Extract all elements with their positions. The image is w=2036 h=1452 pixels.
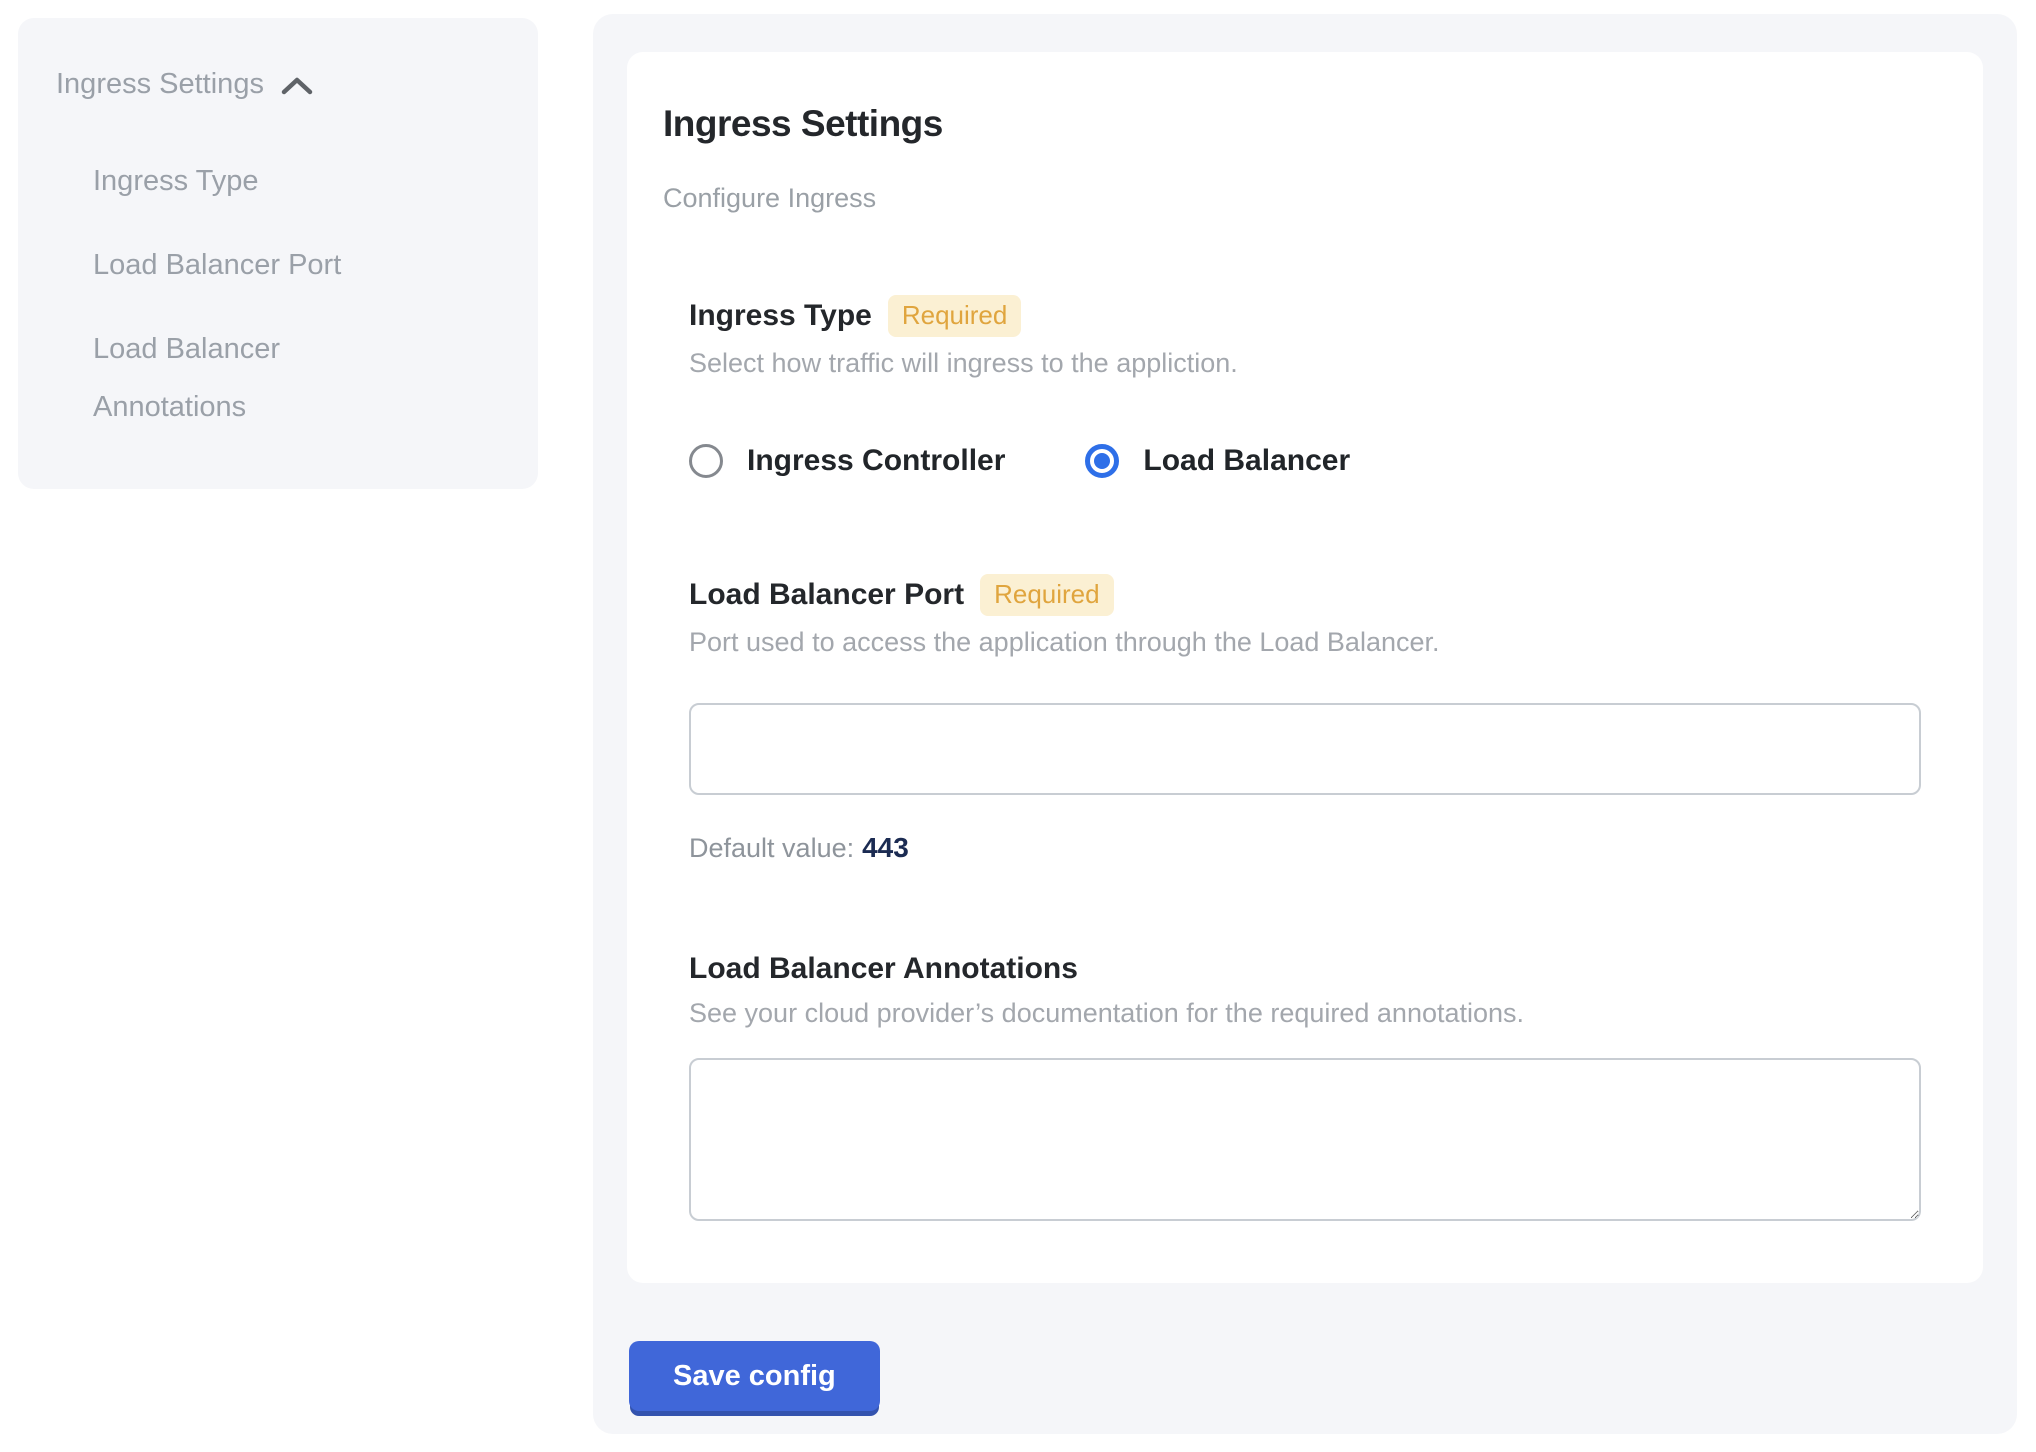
radio-label-ingress-controller: Ingress Controller [747,444,1005,478]
required-badge: Required [980,574,1114,616]
radio-option-load-balancer[interactable]: Load Balancer [1085,444,1350,478]
radio-checked-icon[interactable] [1085,444,1119,478]
settings-nav-panel: Ingress Settings Ingress Type Load Balan… [18,18,538,489]
sidebar-item-load-balancer-port[interactable]: Load Balancer Port [93,236,393,294]
sidebar-group-ingress-settings[interactable]: Ingress Settings [56,64,498,104]
load-balancer-annotations-description: See your cloud provider’s documentation … [689,997,1921,1030]
default-value: 443 [862,832,909,863]
sidebar-item-ingress-type[interactable]: Ingress Type [93,152,393,210]
ingress-type-description: Select how traffic will ingress to the a… [689,347,1921,380]
radio-label-load-balancer: Load Balancer [1143,444,1350,478]
main-panel: Ingress Settings Configure Ingress Ingre… [593,14,2017,1434]
radio-option-ingress-controller[interactable]: Ingress Controller [689,444,1005,478]
sidebar-nav: Ingress Type Load Balancer Port Load Bal… [56,152,498,436]
sidebar-group-label: Ingress Settings [56,64,264,104]
load-balancer-port-label: Load Balancer Port [689,577,964,613]
ingress-type-section: Ingress Type Required Select how traffic… [689,295,1921,478]
load-balancer-annotations-label: Load Balancer Annotations [689,951,1078,987]
sidebar-item-load-balancer-annotations[interactable]: Load Balancer Annotations [93,320,393,436]
save-config-button[interactable]: Save config [629,1341,880,1411]
load-balancer-port-description: Port used to access the application thro… [689,626,1921,659]
load-balancer-annotations-section: Load Balancer Annotations See your cloud… [689,951,1921,1221]
required-badge: Required [888,295,1022,337]
ingress-settings-card: Ingress Settings Configure Ingress Ingre… [627,52,1983,1283]
load-balancer-annotations-textarea[interactable] [689,1058,1921,1221]
default-value-row: Default value: 443 [689,831,1921,865]
load-balancer-port-section: Load Balancer Port Required Port used to… [689,574,1921,865]
ingress-type-label: Ingress Type [689,298,872,334]
load-balancer-port-input[interactable] [689,703,1921,795]
radio-unchecked-icon[interactable] [689,444,723,478]
chevron-up-icon [280,75,314,97]
page-subtitle: Configure Ingress [663,182,1921,215]
ingress-type-radio-group: Ingress Controller Load Balancer [689,444,1921,478]
default-value-label: Default value: [689,833,854,863]
page-title: Ingress Settings [663,102,1921,146]
